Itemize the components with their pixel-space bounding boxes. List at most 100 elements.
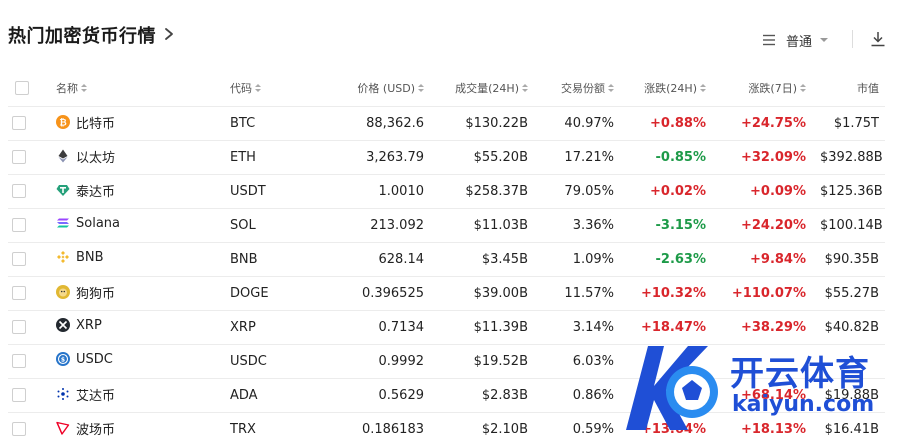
coin-code: BNB <box>230 242 302 277</box>
table-row[interactable]: BNB BNB 628.14 $3.45B 1.09% -2.63% +9.84% $90.3… <box>8 242 885 277</box>
coin-name-cell[interactable]: BNB <box>32 242 230 277</box>
solana-icon <box>56 216 70 230</box>
download-icon[interactable] <box>869 30 887 48</box>
table-row[interactable]: 艾达币 ADA 0.5629 $2.83B 0.86% +68.14% $19.88B <box>8 378 885 413</box>
coin-change-7d: +9.84% <box>720 242 820 277</box>
xrp-icon <box>56 318 70 333</box>
coin-name-cell[interactable]: XRP <box>32 310 230 345</box>
coin-change-24h: -0.85% <box>620 140 720 175</box>
column-header-change-24h[interactable]: 涨跌(24H) <box>620 70 720 107</box>
caret-down-icon <box>820 38 829 42</box>
sort-icon <box>81 84 87 93</box>
chevron-right-icon[interactable] <box>162 24 176 44</box>
column-header-name[interactable]: 名称 <box>32 70 230 107</box>
row-checkbox[interactable] <box>12 354 26 368</box>
coin-code: DOGE <box>230 276 302 311</box>
coin-market-cap <box>820 344 885 379</box>
column-header-price[interactable]: 价格 (USD) <box>302 70 432 107</box>
column-header-share[interactable]: 交易份额 <box>534 70 620 107</box>
coin-name-cell[interactable]: $ USDC <box>32 344 230 379</box>
coin-price: 0.7134 <box>302 310 432 345</box>
coin-volume: $3.45B <box>432 242 534 277</box>
coin-market-cap: $19.88B <box>820 378 885 413</box>
coin-name-cell[interactable]: 以太坊 <box>32 140 230 175</box>
sort-icon <box>700 84 706 93</box>
row-checkbox[interactable] <box>12 286 26 300</box>
column-header-volume[interactable]: 成交量(24H) <box>432 70 534 107</box>
table-row[interactable]: 波场币 TRX 0.186183 $2.10B 0.59% +13.64% +18.13% $… <box>8 412 885 440</box>
dogecoin-icon <box>56 285 70 300</box>
coin-name-cell[interactable]: 狗狗币 <box>32 276 230 311</box>
coin-volume: $2.83B <box>432 378 534 413</box>
tron-icon <box>56 421 70 435</box>
coin-price: 0.9992 <box>302 344 432 379</box>
table-header-row: 名称 代码 价格 (USD) 成交量(24H) 交易份额 涨跌(24H) 涨跌(… <box>8 70 885 107</box>
coin-price: 0.396525 <box>302 276 432 311</box>
row-checkbox[interactable] <box>12 388 26 402</box>
column-header-change-7d[interactable]: 涨跌(7日) <box>720 70 820 107</box>
page-title: 热门加密货币行情 <box>8 26 156 47</box>
coin-name-cell[interactable]: 泰达币 <box>32 174 230 209</box>
coin-share: 0.86% <box>534 378 620 413</box>
sort-icon <box>255 84 261 93</box>
column-header-market-cap[interactable]: 市值 <box>820 70 885 107</box>
table-row[interactable]: ₿ 比特币 BTC 88,362.6 $130.22B 40.97% +0.88% +24.7… <box>8 106 885 141</box>
row-checkbox[interactable] <box>12 116 26 130</box>
coin-code: USDT <box>230 174 302 209</box>
coin-name-cell[interactable]: ₿ 比特币 <box>32 106 230 141</box>
coin-change-24h: +0.02% <box>620 174 720 209</box>
coin-change-7d: +24.20% <box>720 208 820 243</box>
coin-name-cell[interactable]: 波场币 <box>32 412 230 440</box>
bitcoin-icon: ₿ <box>56 115 70 130</box>
coin-market-cap: $90.35B <box>820 242 885 277</box>
select-all-checkbox[interactable] <box>15 80 29 95</box>
table-row[interactable]: 泰达币 USDT 1.0010 $258.37B 79.05% +0.02% +0.09% $… <box>8 174 885 209</box>
coin-volume: $258.37B <box>432 174 534 209</box>
coin-change-7d: +24.75% <box>720 106 820 141</box>
svg-text:$: $ <box>61 357 65 364</box>
coin-name-cell[interactable]: 艾达币 <box>32 378 230 413</box>
coin-name-cell[interactable]: Solana <box>32 208 230 243</box>
row-checkbox[interactable] <box>12 252 26 266</box>
toolbar-divider <box>852 30 853 48</box>
coin-name: 波场币 <box>76 422 116 438</box>
row-checkbox[interactable] <box>12 422 26 436</box>
ethereum-icon <box>56 149 70 163</box>
coin-market-cap: $55.27B <box>820 276 885 311</box>
sort-icon <box>800 84 806 93</box>
bnb-icon <box>56 250 70 264</box>
coin-market-cap: $1.75T <box>820 106 885 141</box>
coin-price: 0.5629 <box>302 378 432 413</box>
table-row[interactable]: $ USDC USDC 0.9992 $19.52B 6.03% <box>8 344 885 379</box>
coin-volume: $19.52B <box>432 344 534 379</box>
coin-change-7d: +18.13% <box>720 412 820 440</box>
coin-volume: $130.22B <box>432 106 534 141</box>
tether-icon <box>56 183 70 197</box>
coin-name: Solana <box>76 215 120 231</box>
coin-change-24h: -3.15% <box>620 208 720 243</box>
coin-market-cap: $392.88B <box>820 140 885 175</box>
coin-share: 3.14% <box>534 310 620 345</box>
coin-volume: $11.39B <box>432 310 534 345</box>
row-checkbox[interactable] <box>12 150 26 164</box>
table-row[interactable]: 以太坊 ETH 3,263.79 $55.20B 17.21% -0.85% +32.09%… <box>8 140 885 175</box>
table-row[interactable]: 狗狗币 DOGE 0.396525 $39.00B 11.57% +10.32% +110.… <box>8 276 885 311</box>
row-checkbox[interactable] <box>12 320 26 334</box>
table-row[interactable]: Solana SOL 213.092 $11.03B 3.36% -3.15% +24.20… <box>8 208 885 243</box>
coin-change-7d: +0.09% <box>720 174 820 209</box>
crypto-table: 名称 代码 价格 (USD) 成交量(24H) 交易份额 涨跌(24H) 涨跌(… <box>8 70 885 440</box>
table-row[interactable]: XRP XRP 0.7134 $11.39B 3.14% +18.47% +38.29% $4… <box>8 310 885 345</box>
coin-code: SOL <box>230 208 302 243</box>
coin-share: 1.09% <box>534 242 620 277</box>
view-mode-dropdown[interactable]: 普通 <box>762 30 829 50</box>
coin-market-cap: $100.14B <box>820 208 885 243</box>
svg-text:₿: ₿ <box>59 118 66 129</box>
row-checkbox[interactable] <box>12 184 26 198</box>
row-checkbox[interactable] <box>12 218 26 232</box>
coin-price: 628.14 <box>302 242 432 277</box>
coin-change-24h <box>620 378 720 413</box>
coin-change-24h: +13.64% <box>620 412 720 440</box>
coin-code: TRX <box>230 412 302 440</box>
column-header-code[interactable]: 代码 <box>230 70 302 107</box>
coin-change-7d: +110.07% <box>720 276 820 311</box>
